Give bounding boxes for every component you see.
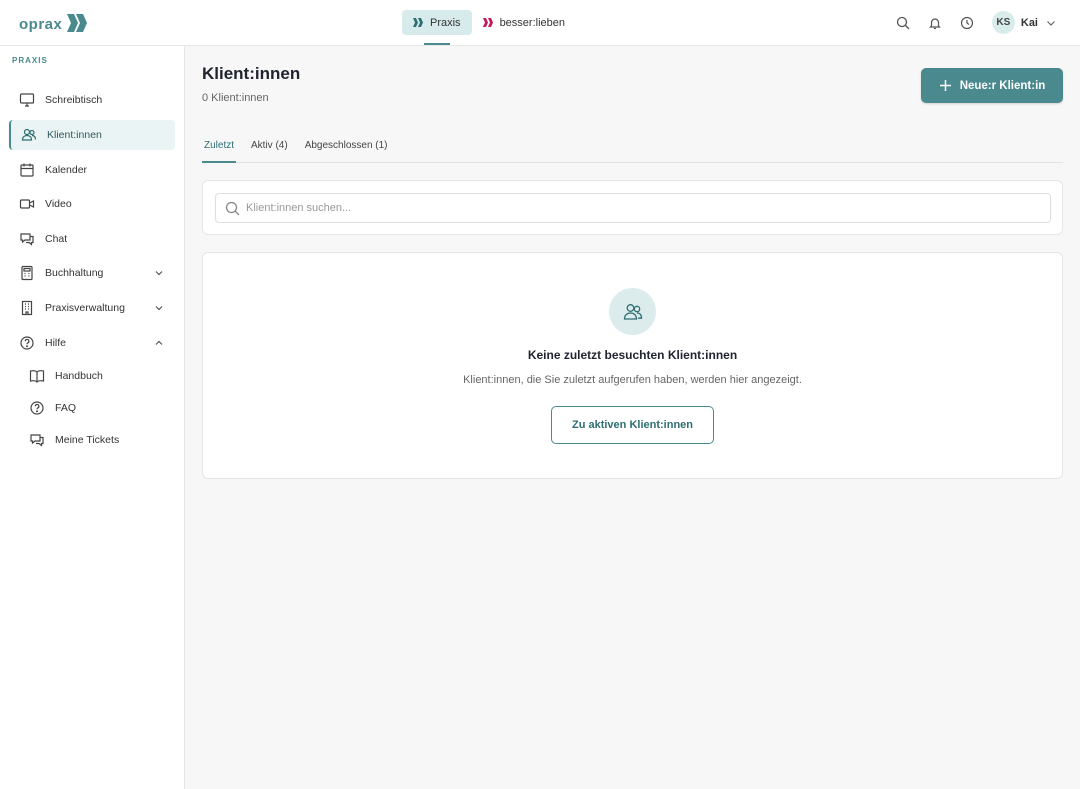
- app-tab-praxis[interactable]: Praxis: [402, 10, 472, 45]
- new-client-button[interactable]: Neue:r Klient:in: [921, 68, 1063, 103]
- sidebar-item-video[interactable]: Video: [9, 189, 175, 219]
- tab-abgeschlossen[interactable]: Abgeschlossen (1): [303, 132, 390, 163]
- chevron-up-icon: [153, 337, 165, 349]
- sidebar-subitem-label: FAQ: [55, 402, 77, 414]
- app-tab-besser-lieben[interactable]: besser:lieben: [472, 10, 576, 35]
- app-switcher: Praxis besser:lieben: [402, 10, 576, 45]
- sidebar-item-label: Klient:innen: [47, 129, 102, 141]
- top-actions: KS Kai: [882, 11, 1058, 34]
- sidebar-item-label: Kalender: [45, 164, 88, 176]
- search-box: [215, 193, 1051, 223]
- oprax-logo[interactable]: oprax: [19, 12, 88, 33]
- chat-icon: [18, 230, 36, 248]
- sidebar: PRAXIS Schreibtisch Klient:innen Kalende…: [0, 46, 185, 789]
- user-menu[interactable]: KS Kai: [991, 11, 1058, 34]
- sidebar-item-chat[interactable]: Chat: [9, 224, 175, 254]
- sidebar-item-label: Chat: [45, 233, 68, 245]
- search-card: [202, 180, 1063, 235]
- chevron-down-icon: [153, 267, 165, 279]
- sidebar-item-schreibtisch[interactable]: Schreibtisch: [9, 85, 175, 115]
- sidebar-heading: PRAXIS: [12, 56, 48, 65]
- sidebar-item-klientinnen[interactable]: Klient:innen: [9, 120, 175, 150]
- users-icon: [20, 126, 38, 144]
- app-tab-label: besser:lieben: [499, 16, 565, 29]
- building-icon: [18, 299, 36, 317]
- sidebar-subitem-handbuch[interactable]: Handbuch: [28, 363, 175, 389]
- logo-text: oprax: [19, 16, 63, 33]
- monitor-icon: [18, 91, 36, 109]
- chevron-down-icon: [1047, 20, 1055, 26]
- sidebar-item-label: Video: [45, 198, 72, 210]
- besser-lieben-logo-icon: [482, 18, 493, 27]
- question-icon: [28, 399, 46, 417]
- sidebar-subitem-label: Handbuch: [55, 370, 103, 382]
- video-icon: [18, 195, 36, 213]
- book-icon: [28, 367, 46, 385]
- sidebar-item-label: Schreibtisch: [45, 94, 103, 106]
- chevron-down-icon: [153, 302, 165, 314]
- sidebar-subitem-faq[interactable]: FAQ: [28, 395, 175, 421]
- sidebar-item-hilfe[interactable]: Hilfe: [9, 328, 175, 358]
- page-title: Klient:innen: [202, 64, 301, 83]
- sidebar-subitem-meine-tickets[interactable]: Meine Tickets: [28, 427, 175, 453]
- tickets-icon: [28, 431, 46, 449]
- app-tab-label: Praxis: [430, 16, 461, 29]
- empty-state-title: Keine zuletzt besuchten Klient:innen: [527, 348, 738, 362]
- empty-state-description: Klient:innen, die Sie zuletzt aufgerufen…: [463, 374, 802, 386]
- search-icon: [225, 201, 240, 215]
- praxis-logo-icon: [413, 18, 423, 27]
- sidebar-item-label: Buchhaltung: [45, 267, 104, 279]
- sidebar-item-label: Hilfe: [45, 337, 67, 349]
- search-icon[interactable]: [892, 12, 914, 34]
- clock-icon[interactable]: [956, 12, 978, 34]
- go-to-active-clients-button[interactable]: Zu aktiven Klient:innen: [551, 406, 714, 444]
- tab-aktiv[interactable]: Aktiv (4): [249, 132, 290, 163]
- avatar: KS: [991, 11, 1015, 34]
- bell-icon[interactable]: [924, 12, 946, 34]
- tabs: Zuletzt Aktiv (4) Abgeschlossen (1): [202, 132, 1063, 163]
- sidebar-item-praxisverwaltung[interactable]: Praxisverwaltung: [9, 293, 175, 323]
- search-input[interactable]: [246, 202, 1026, 214]
- sidebar-item-kalender[interactable]: Kalender: [9, 155, 175, 185]
- users-icon: [609, 288, 656, 335]
- new-client-label: Neue:r Klient:in: [959, 79, 1046, 92]
- calculator-icon: [18, 264, 36, 282]
- top-bar: oprax Praxis besser:lieben KS Kai: [0, 0, 1080, 46]
- user-name: Kai: [1020, 16, 1038, 29]
- logo-chevrons-icon: [67, 13, 88, 32]
- sidebar-item-label: Praxisverwaltung: [45, 302, 125, 314]
- calendar-icon: [18, 161, 36, 179]
- tab-zuletzt[interactable]: Zuletzt: [202, 132, 237, 163]
- help-circle-icon: [18, 334, 36, 352]
- empty-state-card: Keine zuletzt besuchten Klient:innen Kli…: [202, 252, 1063, 479]
- plus-icon: [939, 80, 951, 91]
- sidebar-item-buchhaltung[interactable]: Buchhaltung: [9, 258, 175, 288]
- page-subtitle: 0 Klient:innen: [202, 92, 269, 104]
- sidebar-subitem-label: Meine Tickets: [55, 434, 120, 446]
